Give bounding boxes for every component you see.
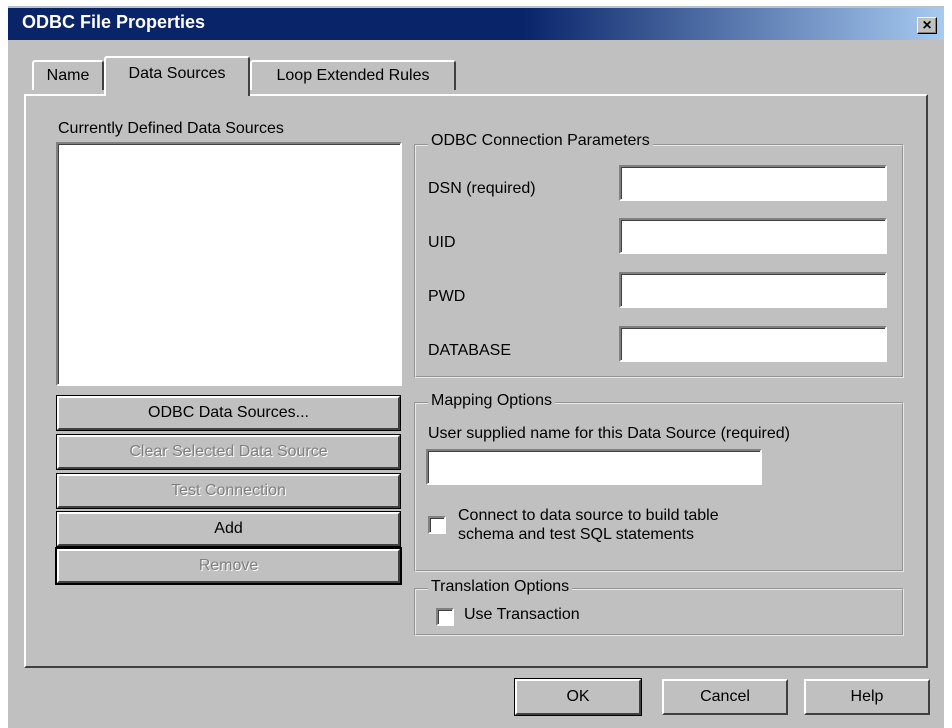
tab-name[interactable]: Name: [32, 60, 104, 90]
dsn-label: DSN (required): [428, 180, 536, 197]
use-transaction-label: Use Transaction: [464, 606, 580, 623]
add-button-label: Add: [214, 520, 243, 537]
database-label: DATABASE: [428, 342, 511, 359]
ok-button[interactable]: OK: [514, 678, 642, 716]
data-sources-list-label: Currently Defined Data Sources: [58, 120, 284, 137]
close-icon: ×: [922, 16, 932, 34]
uid-label: UID: [428, 234, 456, 251]
database-input[interactable]: [619, 326, 887, 362]
odbc-data-sources-button-label: ODBC Data Sources...: [148, 404, 309, 421]
connect-data-source-label: Connect to data source to build table sc…: [458, 506, 719, 544]
mapping-options-legend: Mapping Options: [428, 392, 555, 410]
use-transaction-checkbox[interactable]: [436, 608, 454, 626]
tab-data-sources-label: Data Sources: [128, 65, 226, 82]
uid-input[interactable]: [619, 218, 887, 254]
add-button[interactable]: Add: [56, 511, 401, 547]
title-bar[interactable]: ODBC File Properties: [8, 8, 944, 40]
window-title: ODBC File Properties: [22, 12, 206, 32]
tab-data-sources[interactable]: Data Sources: [104, 56, 250, 96]
test-connection-button[interactable]: Test Connection: [56, 473, 401, 509]
remove-button-label: Remove: [198, 557, 259, 574]
translation-options-legend: Translation Options: [428, 578, 573, 596]
remove-button[interactable]: Remove: [55, 547, 402, 585]
pwd-input[interactable]: [619, 272, 887, 308]
data-source-name-label: User supplied name for this Data Source …: [428, 425, 790, 442]
clear-selected-data-source-button[interactable]: Clear Selected Data Source: [56, 434, 401, 470]
data-sources-list[interactable]: [56, 142, 402, 386]
tab-loop-extended-rules[interactable]: Loop Extended Rules: [250, 60, 456, 90]
pwd-label: PWD: [428, 288, 466, 305]
connect-data-source-checkbox[interactable]: [428, 516, 446, 534]
close-button[interactable]: ×: [917, 17, 937, 34]
cancel-button-label: Cancel: [700, 688, 750, 705]
clear-selected-data-source-button-label: Clear Selected Data Source: [129, 443, 328, 460]
cancel-button[interactable]: Cancel: [662, 679, 788, 715]
tab-name-label: Name: [46, 67, 90, 84]
connection-params-legend: ODBC Connection Parameters: [428, 132, 653, 150]
ok-button-label: OK: [566, 688, 590, 705]
connect-data-source-label-line2: schema and test SQL statements: [458, 526, 694, 543]
help-button-label: Help: [850, 688, 884, 705]
test-connection-button-label: Test Connection: [171, 482, 286, 499]
help-button[interactable]: Help: [804, 679, 930, 715]
tab-loop-extended-rules-label: Loop Extended Rules: [276, 67, 430, 84]
odbc-data-sources-button[interactable]: ODBC Data Sources...: [56, 395, 401, 431]
dsn-input[interactable]: [619, 165, 887, 201]
connect-data-source-label-line1: Connect to data source to build table: [458, 507, 719, 524]
data-source-name-input[interactable]: [426, 449, 762, 485]
